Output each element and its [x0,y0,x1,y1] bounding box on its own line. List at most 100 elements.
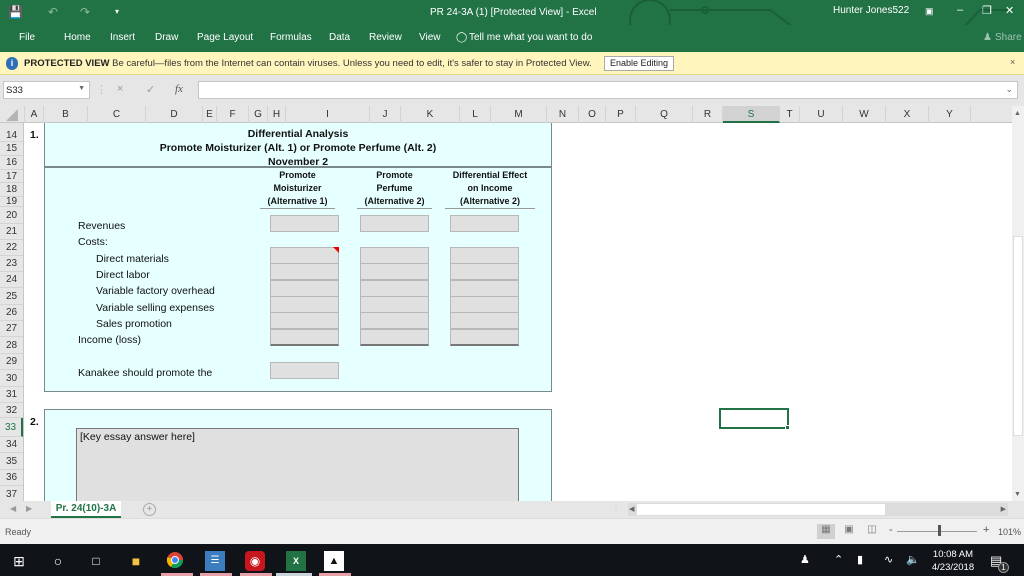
redo-icon[interactable]: ↷ [80,5,90,19]
zoom-slider[interactable] [897,531,977,532]
tab-view[interactable]: View [419,32,441,43]
column-header-i[interactable]: I [286,106,370,123]
column-header-e[interactable]: E [203,106,217,123]
system-clock[interactable]: 10:08 AM 4/23/2018 [928,548,978,574]
row-header-20[interactable]: 20 [0,207,23,224]
row-header-33[interactable]: 33 [0,418,23,437]
close-banner-icon[interactable]: × [1010,57,1015,67]
column-header-s[interactable]: S [723,106,780,123]
input-direct-labor-moisturizer[interactable] [270,263,339,281]
row-header-34[interactable]: 34 [0,437,23,453]
column-header-c[interactable]: C [88,106,146,123]
column-header-q[interactable]: Q [636,106,693,123]
tab-draw[interactable]: Draw [155,32,178,43]
scroll-up-icon[interactable]: ▲ [1014,110,1021,117]
volume-icon[interactable]: 🔈 [906,553,920,566]
column-header-p[interactable]: P [606,106,636,123]
column-header-g[interactable]: G [249,106,268,123]
column-header-d[interactable]: D [146,106,203,123]
row-header-18[interactable]: 18 [0,183,23,197]
page-layout-view-icon[interactable]: ▣ [840,524,858,539]
cancel-icon[interactable]: × [117,83,123,95]
column-header-y[interactable]: Y [929,106,971,123]
tab-file[interactable]: File [19,32,35,43]
row-header-28[interactable]: 28 [0,337,23,354]
fill-handle[interactable] [785,425,790,430]
row-header-15[interactable]: 15 [0,142,23,156]
column-header-m[interactable]: M [491,106,547,123]
tab-home[interactable]: Home [64,32,91,43]
row-header-36[interactable]: 36 [0,470,23,486]
row-header-27[interactable]: 27 [0,321,23,337]
sheet-next-icon[interactable]: ▶ [26,504,32,513]
restore-button[interactable]: ❐ [982,4,992,17]
input-variable-factory-overhead-moisturizer[interactable] [270,279,339,297]
tab-formulas[interactable]: Formulas [270,32,312,43]
column-header-l[interactable]: L [460,106,491,123]
tab-data[interactable]: Data [329,32,350,43]
input-sales-promotion-differential[interactable] [450,312,519,330]
battery-icon[interactable]: ▮ [857,553,863,566]
horizontal-scrollbar[interactable]: ◀ ▶ [628,503,1008,516]
vertical-scrollbar[interactable]: ▲ ▼ [1012,106,1024,501]
horizontal-scroll-thumb[interactable] [636,503,886,516]
trend-micro-icon[interactable]: ◉ [245,551,265,571]
name-box[interactable]: S33 ▼ [3,81,90,99]
column-header-a[interactable]: A [25,106,44,123]
recommendation-input[interactable] [270,362,339,379]
sheet-tab-active[interactable]: Pr. 24(10)-3A [51,501,121,518]
customize-dropdown-icon[interactable]: ▾ [115,7,119,16]
vertical-scroll-thumb[interactable] [1013,236,1023,436]
ribbon-display-icon[interactable]: ▣ [925,6,934,17]
row-header-32[interactable]: 32 [0,403,23,418]
worksheet-grid[interactable]: 1. Differential Analysis Promote Moistur… [25,123,1012,501]
chevron-down-icon[interactable]: ▼ [78,85,85,92]
column-header-w[interactable]: W [843,106,886,123]
input-variable-selling-expenses-moisturizer[interactable] [270,295,339,313]
input-revenues-moisturizer[interactable] [270,215,339,232]
sheet-prev-icon[interactable]: ◀ [10,504,16,513]
selected-cell-S33[interactable] [719,408,790,430]
column-header-u[interactable]: U [800,106,843,123]
input-sales-promotion-perfume[interactable] [360,312,429,330]
input-direct-materials-perfume[interactable] [360,247,429,264]
row-header-35[interactable]: 35 [0,453,23,470]
row-header-25[interactable]: 25 [0,288,23,305]
expand-formula-icon[interactable]: ⌄ [1005,84,1013,95]
column-header-o[interactable]: O [579,106,606,123]
comment-indicator-icon[interactable] [333,247,339,253]
minimize-button[interactable]: – [957,4,963,16]
select-all-corner[interactable] [0,106,25,123]
input-variable-selling-expenses-perfume[interactable] [360,295,429,313]
tab-insert[interactable]: Insert [110,32,135,43]
zoom-slider-thumb[interactable] [938,525,941,536]
column-header-t[interactable]: T [780,106,800,123]
task-view-icon[interactable]: □ [86,551,106,571]
share-button[interactable]: Share [995,32,1022,43]
formula-input[interactable]: ⌄ [198,81,1018,99]
column-header-h[interactable]: H [268,106,286,123]
input-income-loss-perfume[interactable] [360,328,429,346]
save-icon[interactable]: 💾 [8,5,23,19]
wifi-icon[interactable]: ∿ [884,553,893,566]
page-break-view-icon[interactable]: ◫ [863,524,881,539]
input-variable-factory-overhead-perfume[interactable] [360,279,429,297]
close-window-button[interactable]: ✕ [1005,4,1014,17]
input-variable-factory-overhead-differential[interactable] [450,279,519,297]
input-income-loss-moisturizer[interactable] [270,328,339,346]
row-header-22[interactable]: 22 [0,240,23,256]
row-header-29[interactable]: 29 [0,354,23,370]
ladder-app-icon[interactable]: ☰ [205,551,225,571]
tab-splitter-icon[interactable]: ⋮ [612,504,620,513]
column-header-n[interactable]: N [547,106,579,123]
input-direct-labor-perfume[interactable] [360,263,429,281]
row-header-37[interactable]: 37 [0,486,23,501]
row-header-14[interactable]: 14 [0,129,23,142]
cortana-icon[interactable]: ○ [48,551,68,571]
undo-icon[interactable]: ↶ [48,5,58,19]
input-revenues-differential[interactable] [450,215,519,232]
essay-answer-box[interactable]: [Key essay answer here] [76,428,519,501]
column-header-f[interactable]: F [217,106,249,123]
tell-me-input[interactable]: Tell me what you want to do [469,32,592,43]
input-direct-labor-differential[interactable] [450,263,519,281]
